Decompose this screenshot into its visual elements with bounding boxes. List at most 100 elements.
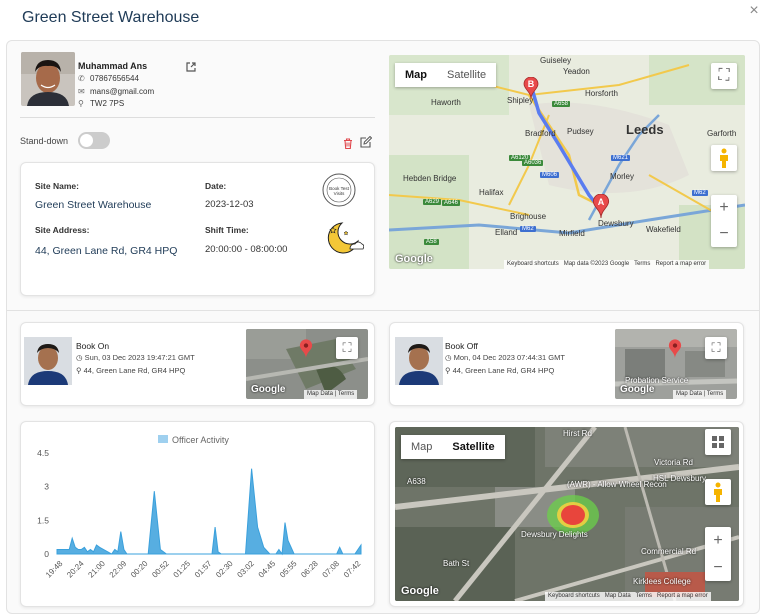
location-marker[interactable] [668, 339, 682, 364]
map-type-tabs[interactable]: Map Satellite [395, 63, 497, 87]
location-pin-icon: ⚲ [78, 99, 84, 108]
officer-phone: 07867656544 [90, 74, 139, 83]
location-marker[interactable] [299, 339, 313, 364]
map-place-label: Yeadon [563, 67, 590, 76]
zoom-controls[interactable]: + − [705, 527, 731, 581]
fullscreen-icon[interactable]: ⛶ [336, 337, 358, 359]
map-place-label: Bradford [525, 129, 556, 138]
site-address: 44, Green Lane Rd, GR4 HPQ [35, 245, 178, 257]
activity-chart-card: Officer Activity 0 1.5 3 4.5 19:48 20:24 21:00 2… [20, 421, 375, 607]
map-place-label: Dewsbury Delights [521, 530, 588, 539]
road-shield: A58 [424, 239, 439, 245]
close-icon[interactable]: × [745, 2, 763, 20]
trash-icon[interactable] [343, 136, 353, 154]
book-on-address: 44, Green Lane Rd, GR4 HPQ [83, 366, 186, 375]
map-place-label: Shipley [507, 96, 534, 105]
officer-postcode-row: ⚲ TW2 7PS [78, 99, 124, 108]
shift-time-label: Shift Time: [205, 225, 249, 235]
road-shield: A658 [552, 101, 571, 107]
book-on-avatar [24, 337, 72, 385]
stamp-text: Book Test Visits [329, 186, 349, 196]
email-icon: ✉ [78, 87, 85, 96]
officer-name: Muhammad Ans [78, 61, 148, 71]
map-place-label: Pudsey [567, 127, 594, 136]
section-divider [6, 310, 760, 311]
book-off-map[interactable]: ⛶ Probation Service Google Map Data | Te… [615, 329, 737, 399]
book-off-time-row: ◷ Mon, 04 Dec 2023 07:44:31 GMT [445, 353, 565, 362]
fullscreen-icon[interactable]: ⛶ [711, 63, 737, 89]
x-tick-label: 22:09 [108, 559, 129, 580]
zoom-controls[interactable]: + − [711, 195, 737, 247]
tab-satellite[interactable]: Satellite [442, 435, 504, 459]
marker-a-label: A [597, 197, 605, 207]
map-data-text: Map Data [604, 593, 631, 599]
google-logo: Google [395, 253, 433, 265]
map-attribution: Map Data | Terms [673, 390, 727, 399]
book-off-time: Mon, 04 Dec 2023 07:44:31 GMT [453, 353, 565, 362]
map-place-label: Dewsbury [598, 219, 634, 228]
modal-title: Green Street Warehouse [22, 9, 200, 26]
grid-icon[interactable] [705, 429, 731, 455]
map-attribution: Keyboard shortcuts Map data ©2023 Google… [504, 260, 710, 269]
officer-email-row: ✉ mans@gmail.com [78, 87, 154, 96]
book-off-avatar [395, 337, 443, 385]
shift-time: 20:00:00 - 08:00:00 [205, 244, 288, 255]
map-place-label: HSL Dewsbury [653, 474, 707, 483]
officer-phone-row: ✆ 07867656544 [78, 74, 139, 83]
book-on-time-row: ◷ Sun, 03 Dec 2023 19:47:21 GMT [76, 353, 195, 362]
x-tick-label: 00:20 [129, 559, 150, 580]
book-on-title: Book On [76, 341, 110, 351]
terms-link[interactable]: Terms [634, 261, 650, 267]
keyboard-shortcuts-link[interactable]: Keyboard shortcuts [548, 593, 600, 599]
google-logo: Google [401, 585, 439, 597]
zoom-in-icon[interactable]: + [713, 532, 722, 550]
location-pin-icon: ⚲ [445, 366, 453, 375]
road-shield: A629 [423, 199, 442, 205]
map-data-text: Map Data [676, 391, 703, 397]
phone-icon: ✆ [78, 74, 85, 83]
route-map[interactable]: Map Satellite ⛶ + − B A Guiseley Yeadon Sh… [389, 55, 745, 269]
map-place-label: Kirklees College [633, 577, 691, 586]
standdown-toggle[interactable] [78, 132, 110, 149]
site-address-label: Site Address: [35, 225, 90, 235]
map-place-label: Commercial Rd [641, 547, 697, 556]
clock-icon: ◷ [445, 353, 454, 362]
y-tick-label: 4.5 [37, 448, 49, 458]
x-tick-label: 05:55 [278, 559, 299, 580]
edit-icon[interactable] [360, 135, 373, 153]
zoom-out-icon[interactable]: − [713, 559, 722, 577]
y-tick-label: 1.5 [37, 515, 49, 525]
tab-satellite[interactable]: Satellite [437, 63, 496, 87]
tab-map[interactable]: Map [395, 63, 437, 87]
fullscreen-icon[interactable]: ⛶ [705, 337, 727, 359]
map-place-label: Leeds [626, 122, 664, 137]
street-view-pegman-icon[interactable] [711, 145, 737, 171]
map-attribution: Keyboard shortcuts Map Data Terms Report… [545, 592, 711, 601]
report-error-link[interactable]: Report a map error [655, 261, 706, 267]
legend-swatch [158, 435, 168, 443]
keyboard-shortcuts-link[interactable]: Keyboard shortcuts [507, 261, 559, 267]
map-place-label: Bath St [443, 559, 470, 568]
heat-map[interactable]: Hirst Rd Victoria Rd (AWR) - Allow Wheel R… [395, 427, 739, 601]
terms-link[interactable]: Terms [338, 391, 354, 397]
book-off-address-row: ⚲ 44, Green Lane Rd, GR4 HPQ [445, 366, 554, 375]
activity-series [56, 468, 362, 556]
x-tick-label: 00:52 [150, 559, 171, 580]
book-on-map[interactable]: ⛶ Google Map Data | Terms [246, 329, 368, 399]
terms-link[interactable]: Terms [636, 593, 652, 599]
marker-b-label: B [527, 79, 535, 89]
zoom-in-icon[interactable]: + [719, 199, 728, 217]
tab-map[interactable]: Map [401, 435, 442, 459]
map-type-tabs[interactable]: Map Satellite [401, 435, 505, 459]
map-place-label: A638 [407, 477, 426, 486]
external-link-icon[interactable] [186, 59, 196, 72]
map-place-label: Morley [610, 172, 635, 181]
google-logo: Google [620, 384, 655, 395]
report-error-link[interactable]: Report a map error [657, 593, 708, 599]
site-name: Green Street Warehouse [35, 199, 152, 211]
terms-link[interactable]: Terms [707, 391, 723, 397]
zoom-out-icon[interactable]: − [719, 225, 728, 243]
street-view-pegman-icon[interactable] [705, 479, 731, 505]
location-pin-icon: ⚲ [76, 366, 84, 375]
activity-chart: Officer Activity 0 1.5 3 4.5 19:48 20:24 21:00 2… [37, 435, 363, 580]
